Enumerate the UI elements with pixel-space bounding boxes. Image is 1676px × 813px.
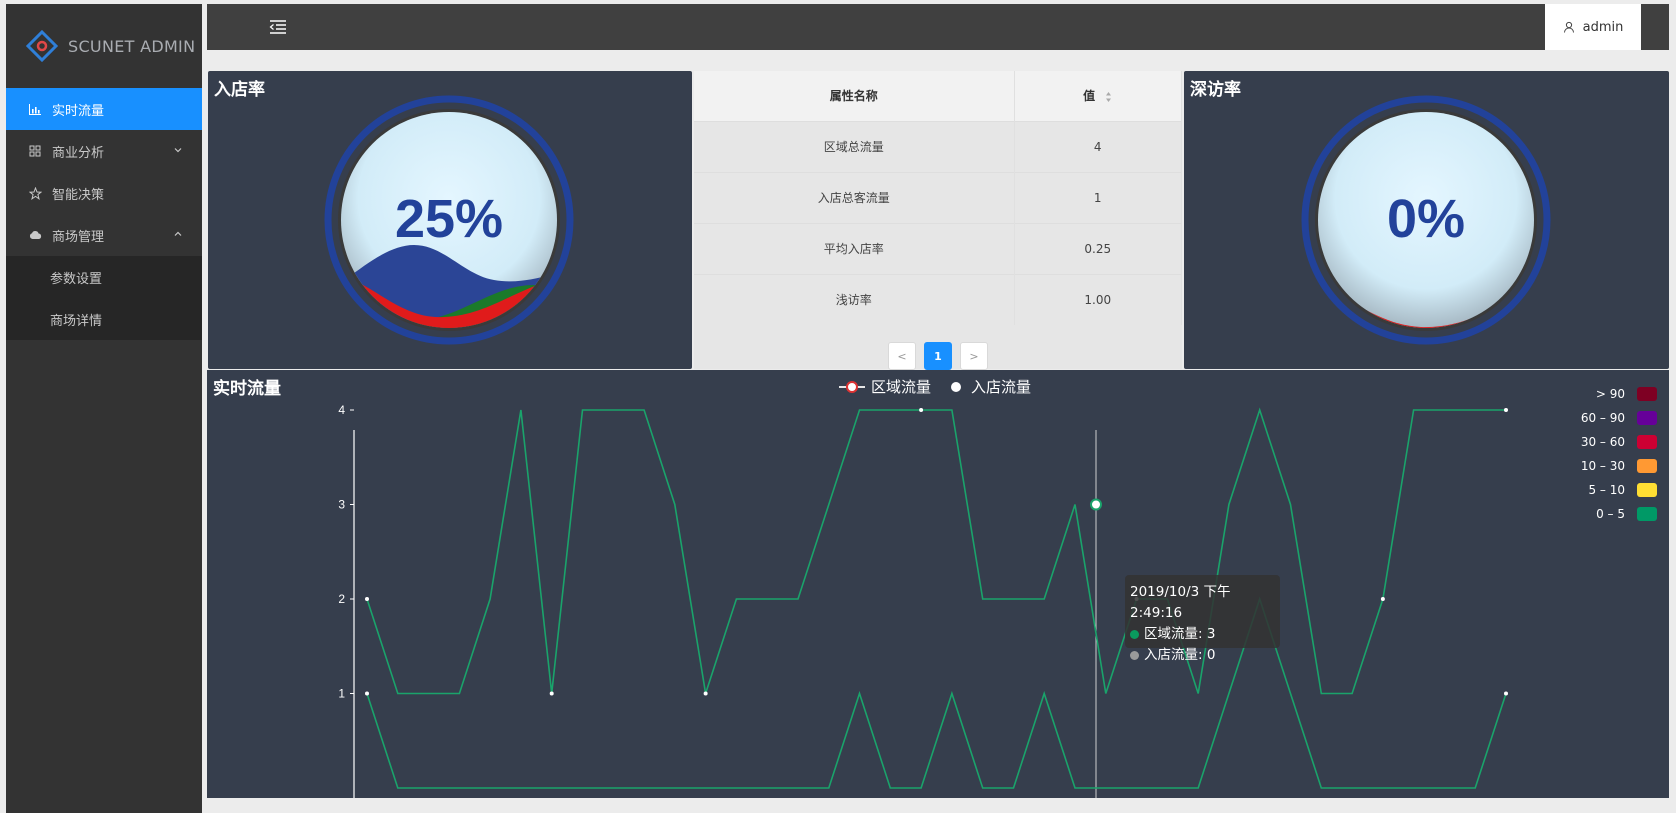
sidebar-item-label: 商业分析: [52, 145, 105, 161]
attribute-table-panel: 属性名称 值 区域总流量 4 入店总客流量 1 平均入店率 0.25 浅访率 1.00 …: [694, 71, 1182, 370]
gauge-value: 25%: [395, 189, 503, 249]
highlighted-data-point[interactable]: [1090, 498, 1102, 511]
cell-value: 0.25: [1014, 222, 1182, 274]
y-tick-label: 1: [338, 687, 345, 701]
column-header-label: 值: [1083, 89, 1096, 104]
table-row: 平均入店率 0.25: [694, 222, 1182, 274]
pagination-prev-button[interactable]: <: [888, 342, 916, 370]
user-icon: [1563, 21, 1574, 33]
y-axis-ticks: 1 2 3 4: [338, 403, 354, 701]
line-chart-svg[interactable]: 1 2 3 4: [207, 370, 1669, 798]
data-point[interactable]: [365, 691, 369, 696]
attribute-table: 属性名称 值 区域总流量 4 入店总客流量 1 平均入店率 0.25 浅访率 1.00: [694, 71, 1182, 325]
sidebar-subitem-mall-details[interactable]: 商场详情: [6, 298, 202, 340]
chart-tooltip: 2019/10/3 下午2:49:16 区域流量: 3 入店流量: 0: [1125, 575, 1280, 663]
table-row: 区域总流量 4: [694, 120, 1182, 172]
sidebar-item-business-analysis[interactable]: 商业分析: [6, 130, 202, 172]
tooltip-text: 入店流量: 0: [1144, 647, 1216, 663]
series-group: [365, 407, 1508, 789]
data-point[interactable]: [919, 408, 924, 412]
tooltip-row: 入店流量: 0: [1130, 645, 1275, 666]
data-point[interactable]: [365, 597, 369, 601]
table-row: 浅访率 1.00: [694, 273, 1182, 325]
sort-icon[interactable]: [1105, 91, 1112, 103]
panel-title: 深访率: [1190, 80, 1241, 100]
user-name: admin: [1582, 19, 1624, 35]
shop-icon: [28, 144, 42, 158]
bar-chart-icon: [28, 102, 42, 116]
data-point[interactable]: [1504, 408, 1508, 412]
data-point[interactable]: [1504, 691, 1508, 696]
tooltip-dot-area: [1130, 629, 1139, 639]
column-header-value[interactable]: 值: [1014, 71, 1182, 121]
sidebar-subitem-label: 商场详情: [50, 313, 103, 329]
brand[interactable]: SCUNET ADMIN: [6, 4, 202, 88]
cell-name: 浅访率: [694, 273, 1015, 325]
cell-name: 平均入店率: [694, 222, 1015, 274]
sidebar-subitem-label: 参数设置: [50, 271, 103, 287]
data-point[interactable]: [703, 691, 708, 696]
column-header-name[interactable]: 属性名称: [694, 71, 1015, 121]
cell-value: 4: [1014, 120, 1182, 172]
sidebar-item-mall-management[interactable]: 商场管理: [6, 214, 202, 256]
data-point[interactable]: [549, 691, 554, 696]
top-header: admin: [207, 4, 1669, 50]
menu-fold-icon[interactable]: [269, 19, 287, 35]
liquid-gauge: 0%: [1301, 95, 1551, 345]
logo-icon: [26, 30, 58, 62]
sidebar-item-realtime-traffic[interactable]: 实时流量: [6, 88, 202, 130]
liquid-gauge: 25%: [324, 95, 574, 345]
cell-name: 区域总流量: [694, 120, 1015, 172]
gauge-value: 0%: [1387, 189, 1465, 249]
tooltip-time: 2019/10/3 下午2:49:16: [1130, 584, 1231, 621]
star-icon: [28, 186, 42, 200]
tooltip-dot-store: [1130, 650, 1139, 660]
sidebar: SCUNET ADMIN 实时流量 商业分析 智能决策 商场管理 参数设置 商场…: [6, 4, 202, 813]
cell-name: 入店总客流量: [694, 171, 1015, 223]
pagination-next-button[interactable]: >: [960, 342, 988, 370]
table-row: 入店总客流量 1: [694, 171, 1182, 223]
data-point[interactable]: [1380, 597, 1385, 601]
chevron-down-icon: [174, 148, 182, 153]
realtime-traffic-chart-panel: 实时流量 区域流量 入店流量 > 90 60 – 90 30 – 60 10 –…: [207, 370, 1669, 798]
submenu-mall-management: 参数设置 商场详情: [6, 256, 202, 340]
pagination: < 1 >: [694, 342, 1182, 370]
user-menu[interactable]: admin: [1545, 4, 1641, 50]
y-tick-label: 3: [338, 498, 345, 512]
cell-value: 1.00: [1014, 273, 1182, 325]
y-tick-label: 2: [338, 592, 345, 606]
deep-visit-rate-panel: 深访率 0%: [1184, 71, 1669, 369]
series-line-area-traffic[interactable]: [366, 407, 1506, 695]
pagination-page-button[interactable]: 1: [924, 342, 952, 370]
sidebar-item-label: 智能决策: [52, 187, 105, 203]
cell-value: 1: [1014, 171, 1182, 223]
sidebar-subitem-parameter-settings[interactable]: 参数设置: [6, 256, 202, 298]
store-entry-rate-panel: 入店率 25%: [208, 71, 692, 369]
cloud-icon: [28, 228, 42, 242]
sidebar-item-label: 商场管理: [52, 229, 105, 245]
sidebar-item-label: 实时流量: [52, 103, 105, 119]
chevron-up-icon: [174, 231, 182, 236]
y-tick-label: 4: [338, 403, 345, 417]
sidebar-item-smart-decision[interactable]: 智能决策: [6, 172, 202, 214]
tooltip-row: 区域流量: 3: [1130, 624, 1275, 645]
tooltip-text: 区域流量: 3: [1144, 626, 1216, 642]
brand-name: SCUNET ADMIN: [68, 36, 196, 56]
panel-title: 入店率: [214, 80, 265, 100]
